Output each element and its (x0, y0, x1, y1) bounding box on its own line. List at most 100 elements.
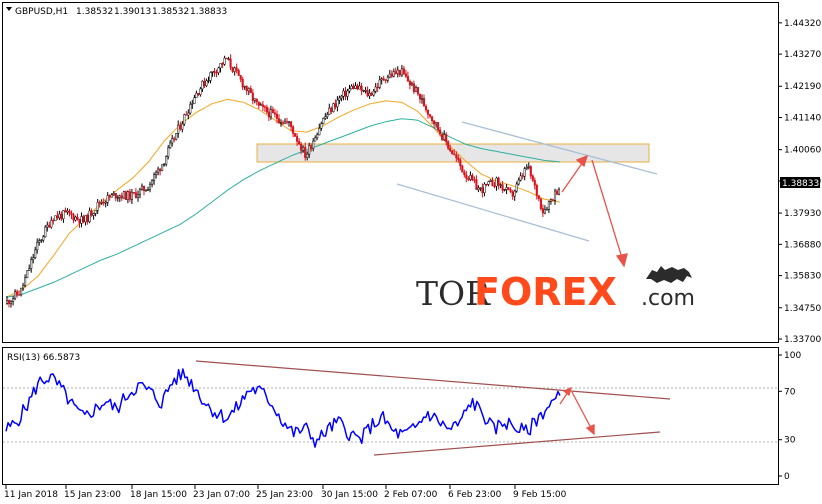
candle-body (34, 249, 37, 258)
candle-body (517, 179, 520, 185)
candle-body (477, 187, 480, 190)
candle-body (114, 193, 117, 199)
candle-body (449, 147, 452, 151)
candle-body (290, 121, 293, 128)
candle-body (330, 107, 333, 112)
rsi-axis: 100 70 30 0 (778, 351, 801, 482)
candle-body (217, 67, 220, 73)
candle-body (535, 184, 538, 196)
candle-body (509, 189, 512, 192)
candle-body (215, 72, 218, 74)
time-tick-label: 25 Jan 23:00 (256, 490, 313, 500)
price-tick-label: 1.35830 (784, 272, 821, 282)
candle-body (171, 138, 174, 144)
candle-body (463, 171, 466, 175)
candle-body (555, 190, 559, 195)
candle-body (283, 121, 287, 124)
candle-body (316, 134, 319, 139)
candle-body (183, 114, 186, 125)
price-tick-label: 1.41140 (784, 114, 821, 124)
candle-body (447, 141, 450, 149)
time-tick-label: 15 Jan 23:00 (64, 490, 121, 500)
candle-body (221, 63, 224, 65)
candle-body (422, 98, 426, 107)
candle-body (445, 134, 448, 142)
candle-body (42, 236, 45, 241)
candle-body (98, 201, 101, 204)
candle-body (273, 112, 276, 115)
candle-body (420, 98, 424, 100)
candle-body (388, 73, 391, 78)
candle-body (366, 90, 369, 97)
candle-body (120, 195, 123, 199)
candle-body (84, 215, 87, 223)
candle-body (253, 98, 256, 101)
price-tick-label: 1.40060 (784, 146, 821, 156)
candle-body (459, 159, 462, 167)
header-open: 1.38532 (76, 7, 113, 17)
candle-body (132, 192, 135, 194)
candle-body (348, 88, 351, 92)
candle-body (302, 146, 305, 151)
candle-body (314, 137, 317, 142)
candle-body (18, 294, 21, 296)
candle-body (271, 109, 274, 114)
candle-body (173, 138, 176, 140)
candle-body (551, 199, 554, 201)
candle-body (165, 156, 168, 165)
candle-body (207, 80, 210, 82)
candle-body (7, 300, 11, 305)
candle-body (72, 214, 75, 221)
candle-body (199, 88, 202, 95)
candle-body (471, 175, 474, 180)
candle-body (118, 195, 121, 198)
candle-body (241, 79, 244, 88)
candle-body (108, 195, 111, 198)
candle-body (28, 268, 31, 271)
candle-body (62, 210, 65, 220)
candle-body (189, 104, 192, 114)
candle-body (354, 85, 357, 89)
price-tick-label: 1.37930 (784, 209, 821, 219)
candle-body (487, 181, 490, 185)
candle-body (50, 220, 53, 228)
candle-body (539, 198, 542, 209)
candle-body (5, 300, 9, 304)
candle-body (26, 270, 29, 279)
candle-body (277, 118, 281, 123)
candle-body (469, 175, 472, 180)
candle-body (336, 99, 339, 108)
candle-body (30, 259, 33, 269)
candle-body (308, 145, 311, 155)
price-tick-label: 1.43270 (784, 50, 821, 60)
candle-body (519, 175, 522, 181)
candle-body (543, 209, 546, 214)
rsi-tick-label: 70 (784, 387, 796, 397)
candle-body (392, 71, 395, 77)
candle-body (56, 215, 59, 218)
candle-body (306, 153, 309, 158)
header-close: 1.38833 (190, 7, 227, 17)
candle-body (531, 175, 534, 181)
candle-body (231, 67, 234, 72)
candle-body (124, 191, 127, 200)
candle-body (322, 118, 325, 124)
candle-body (80, 216, 83, 224)
candle-body (94, 210, 97, 214)
candle-body (533, 180, 536, 186)
candle-body (249, 88, 252, 94)
candle-body (185, 114, 188, 116)
candle-body (177, 124, 180, 134)
candle-body (465, 174, 468, 179)
candle-body (424, 106, 428, 111)
candle-body (390, 73, 393, 77)
candle-body (294, 133, 297, 137)
candle-body (368, 92, 371, 97)
time-tick-label: 11 Jan 2018 (4, 490, 58, 500)
candle-body (418, 93, 422, 100)
candle-body (386, 76, 389, 81)
candle-body (553, 190, 557, 201)
candle-body (263, 106, 266, 108)
candle-body (451, 150, 454, 155)
candle-body (155, 171, 158, 175)
